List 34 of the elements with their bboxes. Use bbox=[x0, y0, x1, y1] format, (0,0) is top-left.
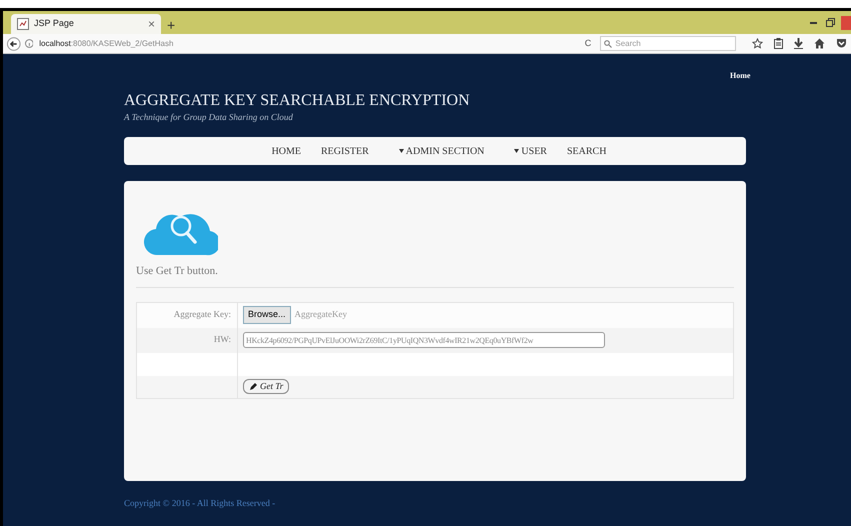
minimize-icon[interactable] bbox=[810, 20, 818, 24]
field-label: HW: bbox=[214, 333, 231, 346]
shield-icon[interactable] bbox=[836, 38, 847, 49]
download-icon[interactable] bbox=[794, 38, 803, 49]
clipboard-icon[interactable] bbox=[774, 38, 783, 49]
hw-input[interactable]: HKckZ4p6092/PGPqUPvElJuOOWi2rZ69ItC/1yPUqIQN3Wvdf4wIR21w2QEq0uYBfWf2w bbox=[243, 332, 605, 348]
get-tr-button[interactable]: Get Tr bbox=[243, 379, 290, 394]
address-bar[interactable]: localhost:8080/KASEWeb_2/GetHash bbox=[39, 38, 581, 50]
page-icon bbox=[17, 18, 29, 30]
star-icon[interactable] bbox=[752, 38, 763, 49]
nav-link[interactable]: SEARCH bbox=[566, 144, 606, 158]
nav-link[interactable]: USER bbox=[514, 144, 547, 158]
instruction-text: Use Get Tr button. bbox=[136, 264, 219, 279]
site-subtitle: A Technique for Group Data Sharing on Cloud bbox=[124, 111, 294, 123]
browser-tab[interactable]: JSP Page × bbox=[11, 14, 161, 34]
tab-title: JSP Page bbox=[34, 17, 74, 30]
tab-close-button[interactable]: × bbox=[148, 18, 155, 30]
home-link[interactable]: Home bbox=[730, 70, 750, 82]
back-icon[interactable] bbox=[7, 36, 21, 50]
new-tab-button[interactable]: + bbox=[167, 18, 176, 32]
site-title: AGGREGATE KEY SEARCHABLE ENCRYPTION bbox=[124, 91, 471, 111]
info-icon[interactable] bbox=[24, 39, 34, 48]
nav-link[interactable]: REGISTER bbox=[321, 144, 369, 158]
reload-button[interactable]: C bbox=[584, 36, 594, 50]
nav-link[interactable]: ADMIN SECTION bbox=[398, 144, 484, 158]
pencil-icon bbox=[249, 382, 257, 390]
file-name: AggregateKey bbox=[294, 308, 347, 322]
copyright-text: Copyright © 2016 - All Rights Reserved - bbox=[124, 497, 276, 510]
nav-link[interactable]: HOME bbox=[272, 144, 302, 158]
restore-icon[interactable] bbox=[826, 18, 835, 27]
browse-button[interactable]: Browse... bbox=[243, 306, 291, 324]
field-label: Aggregate Key: bbox=[174, 308, 231, 322]
search-icon bbox=[604, 40, 612, 48]
home-icon[interactable] bbox=[814, 38, 825, 49]
